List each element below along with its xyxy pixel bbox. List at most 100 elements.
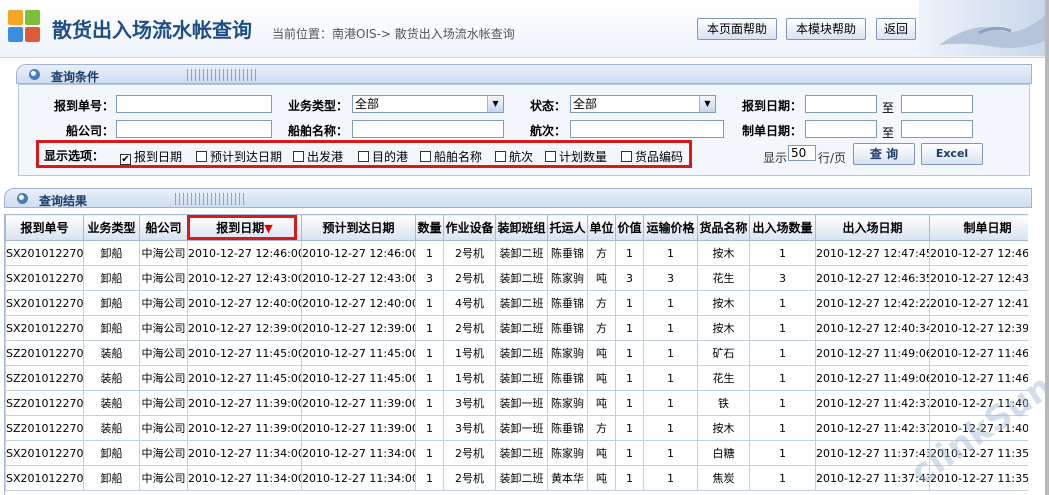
column-header[interactable]: 单位 bbox=[587, 214, 616, 241]
table-cell: 2010-12-27 11:34:00 bbox=[301, 465, 416, 491]
table-cell: 1 bbox=[643, 240, 698, 266]
checkbox-icon[interactable] bbox=[358, 151, 369, 162]
panel-bullet-icon bbox=[29, 69, 40, 80]
table-cell: 2010-12-27 11:39:00 bbox=[301, 390, 416, 416]
table-cell: 3号机 bbox=[443, 415, 496, 441]
column-header[interactable]: 价值 bbox=[615, 214, 644, 241]
table-row[interactable]: SZ20101227004装船中海公司2010-12-27 11:45:0020… bbox=[5, 365, 1028, 391]
voyage-label: 航次： bbox=[529, 124, 566, 138]
table-cell: 中海公司 bbox=[139, 240, 188, 266]
table-row[interactable]: SZ20101227003装船中海公司2010-12-27 11:39:0020… bbox=[5, 390, 1028, 416]
table-cell: 3 bbox=[415, 265, 444, 291]
checkbox-checked-icon[interactable]: ✔ bbox=[120, 154, 131, 165]
option-label: 船舶名称 bbox=[434, 150, 483, 164]
checkbox-icon[interactable] bbox=[545, 151, 556, 162]
table-cell: 2010-12-27 11:34:00 bbox=[301, 440, 416, 466]
query-button[interactable]: 查 询 bbox=[853, 143, 915, 165]
page-help-button[interactable]: 本页面帮助 bbox=[697, 18, 777, 40]
report-date-from-input[interactable] bbox=[805, 95, 877, 113]
table-cell: 1号机 bbox=[443, 340, 496, 366]
table-cell: 2010-12-27 12:46:35 bbox=[815, 265, 930, 291]
column-header[interactable]: 运输价格 bbox=[643, 214, 698, 241]
table-row[interactable]: SZ20101227003装船中海公司2010-12-27 11:39:0020… bbox=[5, 415, 1028, 441]
column-header[interactable]: 装卸班组 bbox=[495, 214, 548, 241]
checkbox-icon[interactable] bbox=[621, 151, 632, 162]
checkbox-icon[interactable] bbox=[196, 151, 207, 162]
column-header[interactable]: 制单日期 bbox=[929, 214, 1028, 241]
table-cell: SX20101227007 bbox=[5, 265, 84, 291]
hatch-decoration bbox=[187, 69, 257, 81]
table-cell: 2010-12-27 11:45:00 bbox=[301, 365, 416, 391]
option-destination-port[interactable]: 目的港 bbox=[358, 148, 408, 165]
column-header[interactable]: 出入场数量 bbox=[749, 214, 816, 241]
option-report-date[interactable]: ✔ 报到日期 bbox=[120, 148, 182, 165]
breadcrumb: 当前位置：南港OIS-> 散货出入场流水帐查询 bbox=[272, 27, 515, 41]
show-suffix: 行/页 bbox=[818, 151, 847, 165]
checkbox-icon[interactable] bbox=[420, 151, 431, 162]
table-cell: SX20101227005 bbox=[5, 315, 84, 341]
results-table-container[interactable]: 报到单号 业务类型 船公司 报到日期▼ 预计到达日期 数量 作业设备 装卸班组 … bbox=[4, 214, 1028, 495]
status-select[interactable]: 全部 ▼ bbox=[570, 95, 716, 113]
table-cell: 1 bbox=[415, 390, 444, 416]
excel-export-button[interactable]: Excel bbox=[921, 143, 983, 165]
table-cell: 3 bbox=[749, 265, 816, 291]
ship-name-label: 船舶名称： bbox=[287, 124, 348, 138]
back-button[interactable]: 返回 bbox=[876, 18, 916, 40]
table-cell: 陈垂锦 bbox=[547, 415, 588, 441]
table-row[interactable]: SX20101227007卸船中海公司2010-12-27 12:43:0020… bbox=[5, 265, 1028, 291]
table-cell: 卸船 bbox=[83, 465, 140, 491]
column-header[interactable]: 货品名称 bbox=[697, 214, 750, 241]
checkbox-icon[interactable] bbox=[495, 151, 506, 162]
table-header-row: 报到单号 业务类型 船公司 报到日期▼ 预计到达日期 数量 作业设备 装卸班组 … bbox=[5, 214, 1028, 241]
table-cell: 中海公司 bbox=[139, 415, 188, 441]
column-header[interactable]: 出入场日期 bbox=[815, 214, 930, 241]
table-cell: 花生 bbox=[697, 365, 750, 391]
table-row[interactable]: SZ20101227004装船中海公司2010-12-27 11:45:0020… bbox=[5, 340, 1028, 366]
table-row[interactable]: SX20101227006卸船中海公司2010-12-27 12:40:0020… bbox=[5, 290, 1028, 316]
option-planned-qty[interactable]: 计划数量 bbox=[545, 148, 607, 165]
report-date-to-input[interactable] bbox=[901, 95, 973, 113]
column-header[interactable]: 业务类型 bbox=[83, 214, 140, 241]
page-header: 散货出入场流水帐查询 当前位置：南港OIS-> 散货出入场流水帐查询 本页面帮助… bbox=[0, 0, 1049, 58]
table-row[interactable]: SX20101227002卸船中海公司2010-12-27 11:34:0020… bbox=[5, 465, 1028, 491]
table-cell: 方 bbox=[587, 240, 616, 266]
table-cell: 陈垂锦 bbox=[547, 240, 588, 266]
table-cell: 2010-12-27 11:45:00 bbox=[301, 340, 416, 366]
table-cell: 1 bbox=[615, 440, 644, 466]
ship-name-input[interactable] bbox=[352, 120, 504, 138]
column-header[interactable]: 船公司 bbox=[139, 214, 188, 241]
column-header[interactable]: 作业设备 bbox=[443, 214, 496, 241]
ship-company-input[interactable] bbox=[116, 120, 272, 138]
option-voyage[interactable]: 航次 bbox=[495, 148, 533, 165]
table-cell: 2010-12-27 11:49:06 bbox=[815, 365, 930, 391]
option-departure-port[interactable]: 出发港 bbox=[293, 148, 343, 165]
table-cell: 装卸二班 bbox=[495, 465, 548, 491]
table-cell: 方 bbox=[587, 315, 616, 341]
table-cell: 吨 bbox=[587, 265, 616, 291]
column-header[interactable]: 托运人 bbox=[547, 214, 588, 241]
table-cell: 中海公司 bbox=[139, 290, 188, 316]
create-date-from-input[interactable] bbox=[805, 120, 877, 138]
page-size-input[interactable]: 50 bbox=[788, 145, 816, 161]
checkbox-icon[interactable] bbox=[293, 151, 304, 162]
table-row[interactable]: SX20101227005卸船中海公司2010-12-27 12:39:0020… bbox=[5, 315, 1028, 341]
report-no-label: 报到单号： bbox=[53, 99, 114, 113]
table-row[interactable]: SX20101227002卸船中海公司2010-12-27 11:34:0020… bbox=[5, 440, 1028, 466]
column-header[interactable]: 预计到达日期 bbox=[301, 214, 416, 241]
voyage-input[interactable] bbox=[570, 120, 724, 138]
create-date-to-input[interactable] bbox=[901, 120, 973, 138]
option-eta[interactable]: 预计到达日期 bbox=[196, 148, 282, 165]
table-row[interactable]: SX20101227008卸船中海公司2010-12-27 12:46:0020… bbox=[5, 240, 1028, 266]
table-cell: 卸船 bbox=[83, 315, 140, 341]
module-help-button[interactable]: 本模块帮助 bbox=[786, 18, 866, 40]
option-ship-name[interactable]: 船舶名称 bbox=[420, 148, 482, 165]
table-cell: 花生 bbox=[697, 265, 750, 291]
table-cell: 白糖 bbox=[697, 440, 750, 466]
report-no-input[interactable] bbox=[116, 95, 272, 113]
column-header[interactable]: 数量 bbox=[415, 214, 444, 241]
business-type-select[interactable]: 全部 ▼ bbox=[352, 95, 504, 113]
table-cell: 2010-12-27 12:47:45 bbox=[815, 240, 930, 266]
option-goods-code[interactable]: 货品编码 bbox=[621, 148, 683, 165]
column-header[interactable]: 报到单号 bbox=[5, 214, 84, 241]
table-cell: 装卸二班 bbox=[495, 265, 548, 291]
